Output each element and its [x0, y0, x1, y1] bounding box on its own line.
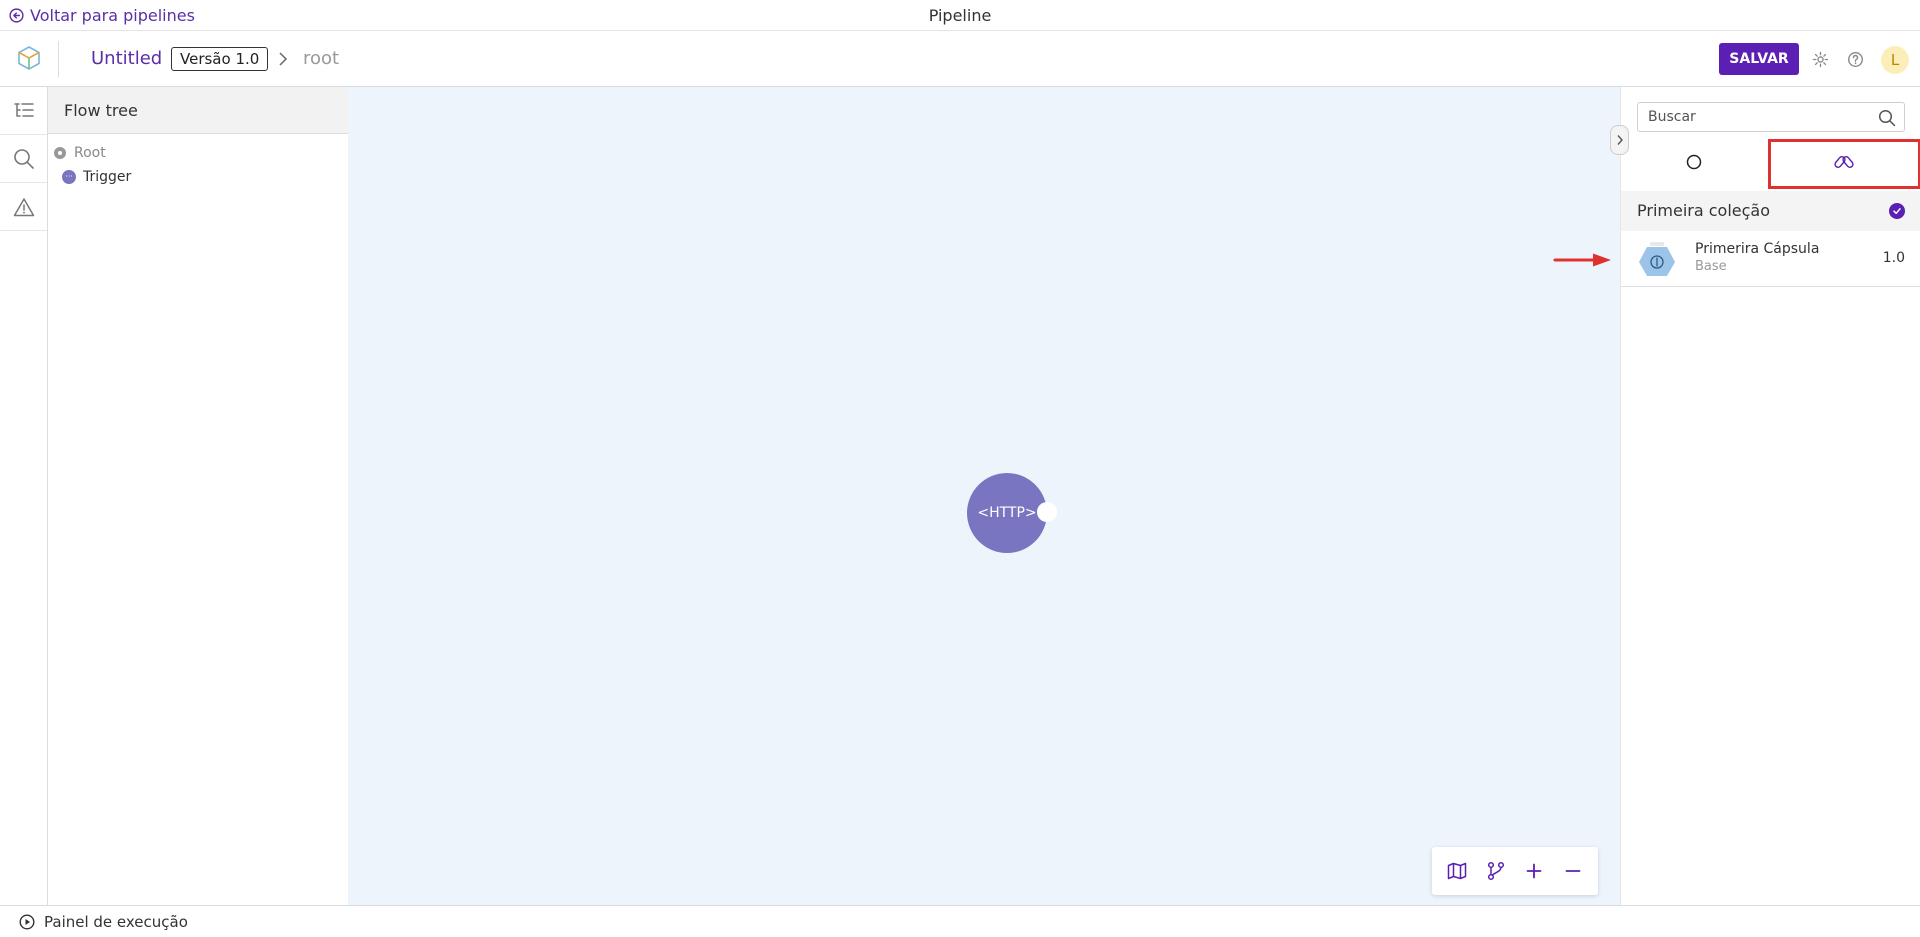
- zoom-out-button[interactable]: [1558, 856, 1588, 886]
- zoom-in-button[interactable]: [1519, 856, 1549, 886]
- annotation-arrow-icon: [1553, 253, 1611, 267]
- tree-item-label: Root: [74, 145, 106, 161]
- flow-tree-panel: Flow tree Root ··· Trigger: [48, 87, 348, 905]
- search-rail-button[interactable]: [0, 135, 47, 183]
- tab-capsules[interactable]: [1767, 139, 1920, 185]
- editor-header: Untitled Versão 1.0 root SALVAR L: [0, 31, 1920, 87]
- capsules-icon: [1834, 156, 1854, 168]
- pipeline-canvas[interactable]: <HTTP>: [348, 87, 1620, 905]
- collapse-panel-button[interactable]: [1610, 125, 1629, 155]
- chevron-right-icon: [1616, 135, 1623, 145]
- version-badge[interactable]: Versão 1.0: [171, 47, 269, 71]
- tree-item-trigger[interactable]: ··· Trigger: [62, 169, 131, 185]
- flow-tree-rail-button[interactable]: [0, 87, 47, 135]
- auto-layout-button[interactable]: [1481, 856, 1511, 886]
- root-node-icon: [54, 147, 66, 159]
- node-output-port[interactable]: [1037, 502, 1057, 522]
- verified-check-icon: [1889, 203, 1905, 219]
- chevron-right-icon: [279, 52, 288, 66]
- play-circle-icon: [19, 914, 35, 930]
- execution-panel-label: Painel de execução: [44, 913, 188, 931]
- plus-icon: [1526, 863, 1542, 879]
- search-icon: [13, 148, 34, 169]
- gear-icon[interactable]: [1812, 51, 1829, 68]
- page-title: Pipeline: [928, 6, 992, 25]
- search-icon[interactable]: [1878, 109, 1896, 127]
- capsule-name: Primerira Cápsula: [1695, 241, 1820, 257]
- save-button[interactable]: SALVAR: [1719, 43, 1799, 75]
- minimap-button[interactable]: [1442, 856, 1472, 886]
- tree-item-label: Trigger: [83, 169, 132, 185]
- tab-components[interactable]: [1621, 139, 1767, 185]
- app-logo-icon[interactable]: [15, 44, 43, 76]
- components-panel: Primeira coleção Primerira Cápsula Base …: [1620, 87, 1920, 905]
- capsule-version: 1.0: [1882, 250, 1905, 266]
- left-rail: [0, 87, 48, 905]
- breadcrumb-root[interactable]: root: [303, 48, 339, 69]
- pipeline-name[interactable]: Untitled: [91, 48, 162, 69]
- collection-header[interactable]: Primeira coleção: [1621, 191, 1920, 231]
- execution-panel-toggle[interactable]: Painel de execução: [19, 913, 188, 931]
- minus-icon: [1565, 870, 1581, 872]
- user-avatar[interactable]: L: [1881, 46, 1909, 74]
- search-input[interactable]: [1638, 103, 1868, 131]
- tree-list-icon: [13, 102, 34, 117]
- capsule-item[interactable]: Primerira Cápsula Base 1.0: [1621, 231, 1920, 287]
- bottom-bar: Painel de execução: [0, 905, 1920, 937]
- trigger-node-icon: ···: [62, 170, 76, 184]
- capsule-hexagon-icon: [1639, 242, 1675, 276]
- capsule-subtitle: Base: [1695, 259, 1727, 274]
- tree-item-root[interactable]: Root: [54, 145, 106, 161]
- warnings-rail-button[interactable]: [0, 183, 47, 231]
- warning-icon: [13, 197, 34, 216]
- header-divider: [58, 41, 59, 77]
- canvas-toolbar: [1432, 847, 1598, 895]
- component-search: [1637, 102, 1905, 132]
- circle-icon: [1686, 154, 1702, 170]
- help-icon[interactable]: [1847, 51, 1864, 68]
- top-strip: Voltar para pipelines Pipeline: [0, 0, 1920, 31]
- map-icon: [1448, 862, 1467, 880]
- http-trigger-node[interactable]: <HTTP>: [967, 473, 1047, 553]
- collection-title: Primeira coleção: [1637, 201, 1770, 220]
- flow-tree-title: Flow tree: [48, 87, 348, 134]
- branch-icon: [1487, 861, 1504, 881]
